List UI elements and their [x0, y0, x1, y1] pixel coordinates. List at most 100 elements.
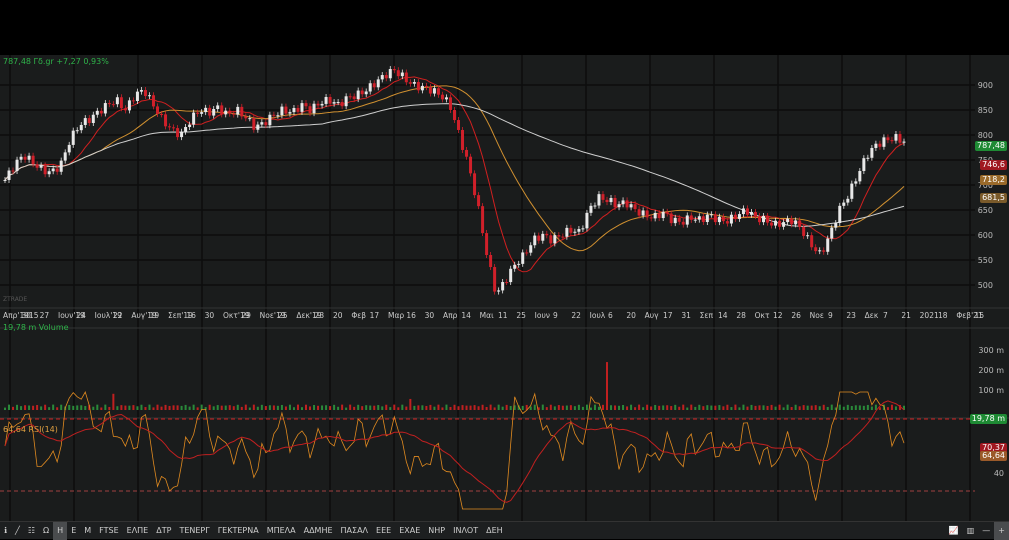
volume-bar	[353, 406, 356, 410]
volume-bar	[264, 406, 267, 410]
moving-average-line	[4, 76, 905, 273]
symbol-tab[interactable]: Μ	[80, 522, 95, 540]
symbol-tab[interactable]: ΕΛΠΕ	[123, 522, 153, 540]
candle-body	[236, 106, 240, 115]
time-tick: Οκτ	[755, 311, 770, 320]
volume-bar	[545, 407, 548, 410]
zoom-in-icon[interactable]: +	[994, 521, 1009, 540]
candle-body	[834, 222, 838, 228]
symbol-tab[interactable]: ΓΕΚΤΕΡΝΑ	[214, 522, 263, 540]
candle-body	[681, 221, 685, 225]
candle-body	[344, 96, 348, 107]
zoom-out-icon[interactable]: —	[978, 522, 994, 540]
symbol-tab[interactable]: ΤΕΝΕΡΓ	[175, 522, 213, 540]
candle-body	[143, 90, 147, 97]
volume-bar	[188, 406, 191, 410]
candle-body	[180, 131, 184, 138]
candle-body	[372, 83, 376, 88]
candle-body	[737, 214, 741, 219]
symbol-tab[interactable]: ΜΠΕΛΑ	[263, 522, 300, 540]
candle-body	[67, 144, 71, 153]
candle-body	[866, 157, 870, 159]
candle-body	[99, 110, 103, 114]
candle-body	[212, 109, 216, 116]
volume-bar	[838, 404, 841, 410]
chart-area[interactable]: 900850800750700650600550500Απρ'19153027Ι…	[0, 55, 1009, 521]
candle-body	[657, 212, 661, 219]
symbol-tab[interactable]: FTSE	[95, 522, 122, 540]
volume-bar	[252, 404, 255, 410]
candle-body	[316, 103, 320, 106]
volume-bar	[20, 406, 23, 410]
candle-body	[753, 212, 757, 217]
info-icon[interactable]: ℹ	[0, 522, 11, 540]
candle-body	[665, 211, 669, 214]
price-tick: 500	[978, 281, 993, 290]
volume-bar	[373, 405, 376, 410]
candle-body	[661, 211, 665, 219]
candle-body	[196, 112, 200, 114]
time-tick: 19	[150, 311, 160, 320]
candle-body	[260, 122, 264, 125]
symbol-tab[interactable]: ΑΔΜΗΕ	[300, 522, 337, 540]
candle-body	[629, 204, 633, 208]
chart-type-icon[interactable]: ▥	[963, 522, 979, 540]
candle-body	[673, 217, 677, 224]
time-tick: 31	[681, 311, 691, 320]
symbol-tab[interactable]: ΠΑΣΑΛ	[337, 522, 373, 540]
symbol-tab[interactable]: ΕΧΑΕ	[395, 522, 424, 540]
candle-body	[264, 122, 268, 126]
candle-body	[782, 222, 786, 227]
symbol-tab[interactable]: ΙΝΛΟΤ	[449, 522, 482, 540]
volume-bar	[614, 405, 617, 410]
draw-line-icon[interactable]: ╱	[11, 522, 24, 540]
volume-bar	[626, 406, 629, 410]
layout-icon[interactable]: ☷	[24, 522, 39, 540]
candle-body	[697, 216, 701, 220]
candle-body	[352, 96, 356, 100]
chart-canvas[interactable]: 900850800750700650600550500Απρ'19153027Ι…	[0, 55, 1009, 521]
time-tick: 22	[571, 311, 581, 320]
volume-bar	[489, 404, 492, 410]
volume-bar	[890, 404, 893, 410]
candle-body	[55, 168, 59, 172]
symbol-tab[interactable]: Ω	[39, 522, 53, 540]
candle-body	[677, 217, 681, 222]
symbol-tab[interactable]: ΔΤΡ	[152, 522, 175, 540]
symbol-tab[interactable]: Η	[53, 521, 68, 540]
volume-bar	[818, 406, 821, 410]
indicators-icon[interactable]: 📈	[945, 522, 963, 540]
candle-body	[11, 170, 15, 172]
volume-bar	[369, 405, 372, 410]
volume-bar	[521, 405, 524, 410]
volume-bar	[196, 407, 199, 410]
candle-body	[63, 152, 67, 161]
volume-bar	[172, 405, 175, 410]
candle-body	[830, 227, 834, 239]
price-tick: 600	[978, 231, 993, 240]
time-tick: 15	[975, 311, 985, 320]
volume-tick: 200 m	[978, 366, 1004, 375]
symbol-tab[interactable]: Ε	[67, 522, 80, 540]
symbol-tab[interactable]: ΝΗΡ	[424, 522, 449, 540]
volume-bar	[654, 404, 657, 410]
volume-bar	[874, 404, 877, 410]
volume-label: 19,78 m Volume	[3, 323, 69, 332]
price-tag: 64,64	[980, 451, 1007, 461]
candle-body	[485, 233, 489, 255]
volume-bar	[276, 405, 279, 410]
candle-body	[689, 215, 693, 220]
volume-bar	[541, 404, 544, 410]
symbol-tab[interactable]: ΕΕΕ	[372, 522, 395, 540]
candle-body	[432, 88, 436, 94]
candle-body	[749, 212, 753, 215]
candle-body	[404, 72, 408, 83]
symbol-tab[interactable]: ΔΕΗ	[482, 522, 507, 540]
volume-bar	[485, 406, 488, 410]
candle-body	[164, 114, 168, 127]
candle-body	[192, 112, 196, 125]
candle-body	[448, 97, 452, 110]
time-tick: Απρ	[443, 311, 458, 320]
candle-body	[59, 160, 63, 172]
volume-bar	[634, 407, 637, 410]
